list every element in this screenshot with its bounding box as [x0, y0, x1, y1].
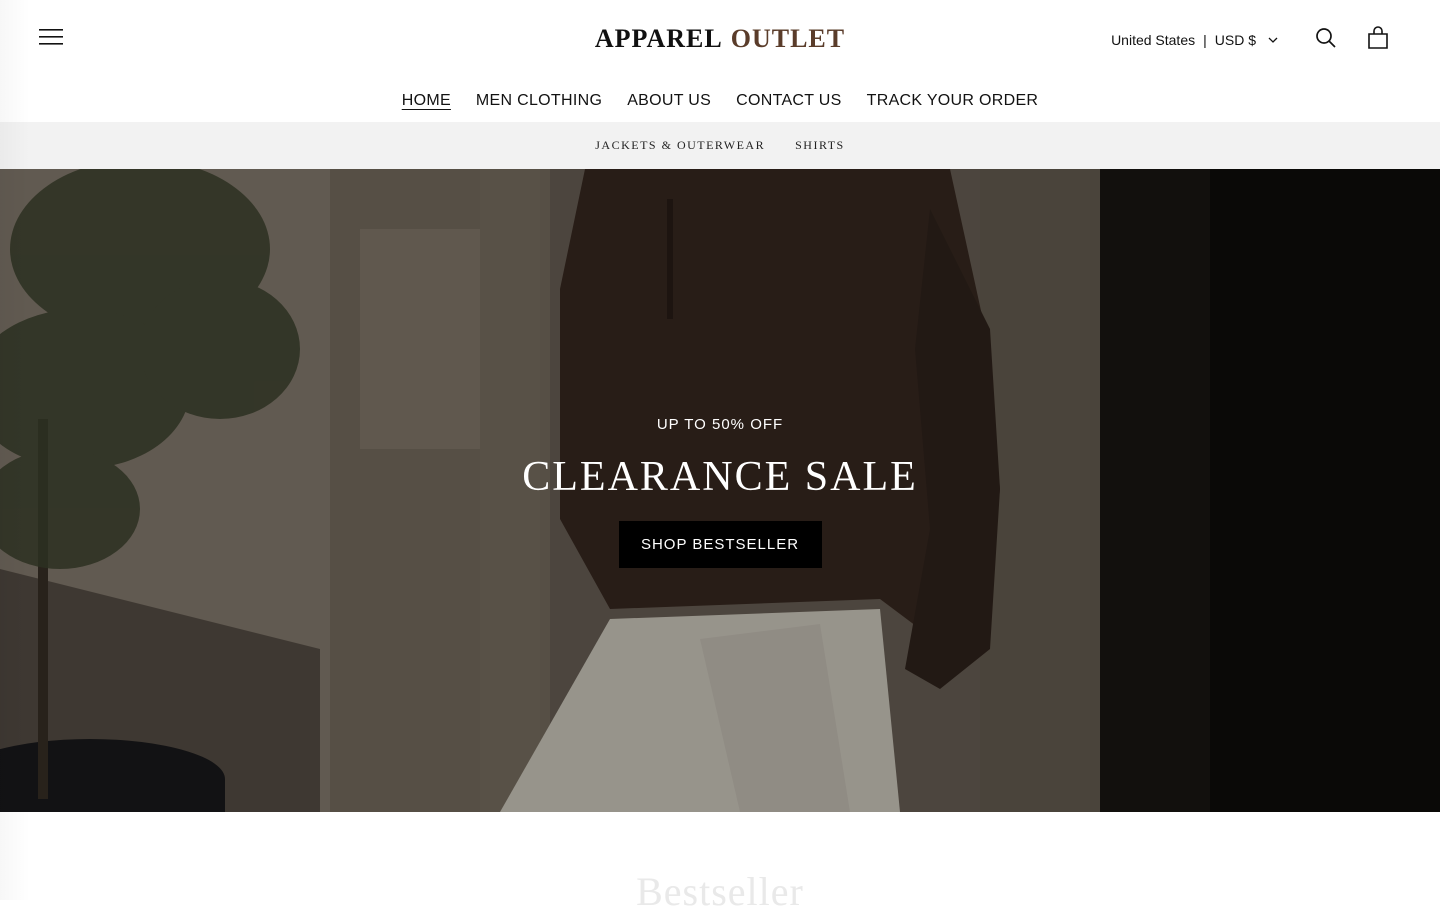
- nav-item-about-us[interactable]: ABOUT US: [627, 90, 711, 112]
- nav-item-contact-us[interactable]: CONTACT US: [736, 90, 842, 112]
- locale-separator: |: [1203, 32, 1207, 48]
- section-title: Bestseller: [636, 869, 804, 914]
- header-actions: United States | USD $: [1111, 24, 1394, 56]
- cart-icon: [1367, 25, 1389, 55]
- nav-item-home[interactable]: HOME: [402, 90, 451, 112]
- bestseller-section: Bestseller: [0, 812, 1440, 914]
- locale-currency: USD $: [1214, 32, 1256, 48]
- category-subnav: JACKETS & OUTERWEAR SHIRTS: [0, 122, 1440, 169]
- hero-content: UP TO 50% OFF CLEARANCE SALE SHOP BESTSE…: [0, 415, 1440, 568]
- site-header: APPAREL OUTLET United States | USD $ HOM…: [0, 0, 1440, 122]
- cart-button[interactable]: [1362, 24, 1394, 56]
- locale-country: United States: [1111, 32, 1196, 48]
- hero-banner: UP TO 50% OFF CLEARANCE SALE SHOP BESTSE…: [0, 169, 1440, 812]
- nav-item-men-clothing[interactable]: MEN CLOTHING: [476, 90, 602, 112]
- subnav-item-jackets-outerwear[interactable]: JACKETS & OUTERWEAR: [595, 138, 765, 153]
- hero-title: CLEARANCE SALE: [522, 454, 918, 500]
- logo-part-1: APPAREL: [594, 24, 723, 53]
- search-icon: [1315, 27, 1337, 54]
- hero-subtitle: UP TO 50% OFF: [656, 416, 784, 433]
- locale-selector[interactable]: United States | USD $: [1111, 32, 1288, 48]
- chevron-down-icon: [1268, 37, 1278, 43]
- logo-part-2: OUTLET: [730, 24, 846, 53]
- search-button[interactable]: [1310, 24, 1342, 56]
- shop-bestseller-button[interactable]: SHOP BESTSELLER: [618, 521, 822, 568]
- nav-item-track-order[interactable]: TRACK YOUR ORDER: [867, 90, 1039, 112]
- subnav-item-shirts[interactable]: SHIRTS: [795, 138, 845, 153]
- main-nav: HOME MEN CLOTHING ABOUT US CONTACT US TR…: [0, 90, 1440, 112]
